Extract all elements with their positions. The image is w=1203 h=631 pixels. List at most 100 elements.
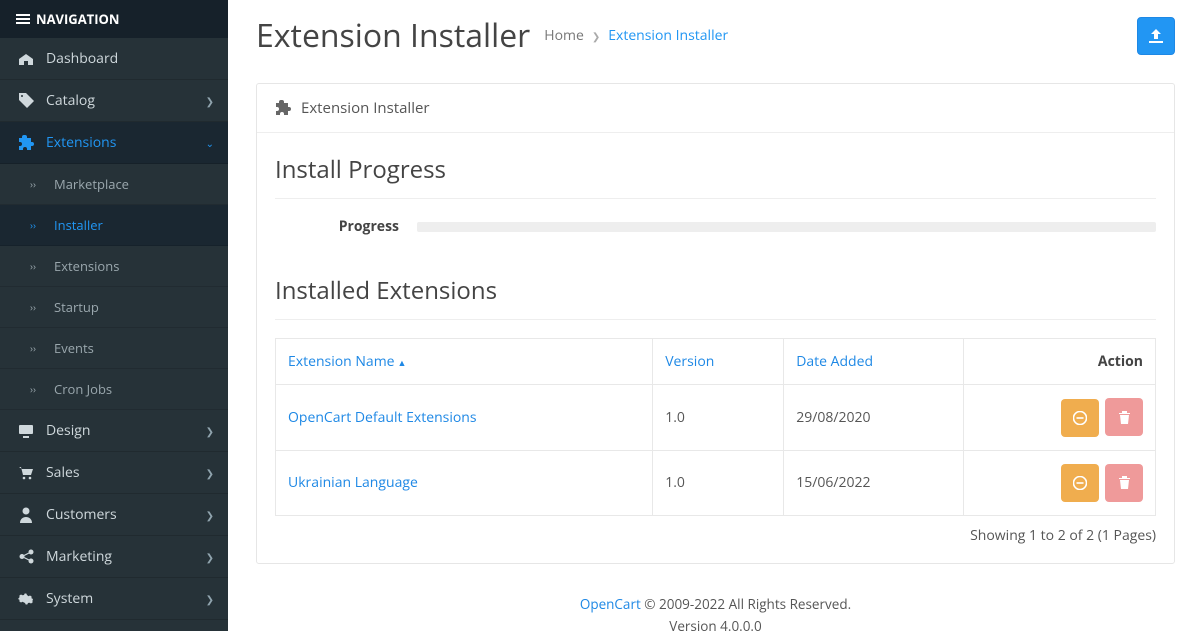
chevron-right-icon: ❯: [206, 508, 214, 522]
page-title: Extension Installer: [256, 14, 530, 57]
col-action: Action: [964, 339, 1156, 385]
sidebar: NAVIGATION Dashboard Catalog ❯ Extension…: [0, 0, 228, 631]
delete-button[interactable]: [1105, 464, 1143, 502]
upload-button[interactable]: [1137, 17, 1175, 55]
footer-copyright: © 2009-2022 All Rights Reserved.: [641, 595, 851, 613]
sidebar-title: NAVIGATION: [36, 10, 119, 28]
chevron-right-icon: ❯: [206, 466, 214, 480]
sidebar-item-extensions[interactable]: Extensions ⌄: [0, 122, 228, 164]
footer-brand-link[interactable]: OpenCart: [580, 595, 641, 613]
sub-chevron-icon: ››: [30, 382, 48, 396]
puzzle-icon: [275, 100, 291, 116]
trash-icon: [1118, 475, 1131, 490]
progress-row: Progress: [275, 217, 1156, 236]
chevron-right-icon: ❯: [206, 550, 214, 564]
sub-chevron-icon: ››: [30, 259, 48, 273]
desktop-icon: [16, 424, 36, 438]
breadcrumb-sep-icon: ❯: [592, 29, 600, 43]
panel: Extension Installer Install Progress Pro…: [256, 83, 1175, 564]
sidebar-subitem-label: Extensions: [54, 257, 119, 275]
puzzle-icon: [16, 135, 36, 151]
breadcrumb-current[interactable]: Extension Installer: [608, 26, 728, 45]
sidebar-subitem-installer[interactable]: ›› Installer: [0, 205, 228, 246]
table-row: Ukrainian Language 1.0 15/06/2022: [276, 450, 1156, 516]
sidebar-item-label: Customers: [46, 505, 117, 524]
extension-date: 15/06/2022: [784, 450, 964, 516]
page-header: Extension Installer Home ❯ Extension Ins…: [228, 0, 1203, 77]
sidebar-item-reports[interactable]: Reports ❯: [0, 620, 228, 631]
trash-icon: [1118, 410, 1131, 425]
share-icon: [16, 549, 36, 564]
chevron-down-icon: ⌄: [206, 136, 214, 150]
pagination-info: Showing 1 to 2 of 2 (1 Pages): [275, 526, 1156, 545]
minus-circle-icon: [1073, 476, 1087, 490]
sidebar-item-label: Dashboard: [46, 49, 118, 68]
cart-icon: [16, 466, 36, 480]
sidebar-item-label: Catalog: [46, 91, 95, 110]
sidebar-header: NAVIGATION: [0, 0, 228, 38]
sub-chevron-icon: ››: [30, 300, 48, 314]
sort-asc-icon: ▲: [398, 356, 407, 369]
content: Extension Installer Home ❯ Extension Ins…: [228, 0, 1203, 631]
sidebar-item-label: Sales: [46, 463, 80, 482]
gear-icon: [16, 591, 36, 607]
sidebar-item-label: Design: [46, 421, 90, 440]
delete-button[interactable]: [1105, 398, 1143, 436]
panel-heading: Extension Installer: [257, 84, 1174, 133]
sidebar-item-system[interactable]: System ❯: [0, 578, 228, 620]
extension-date: 29/08/2020: [784, 385, 964, 451]
breadcrumb-home[interactable]: Home: [544, 26, 584, 45]
col-version[interactable]: Version: [653, 339, 784, 385]
uninstall-button[interactable]: [1061, 399, 1099, 437]
minus-circle-icon: [1073, 411, 1087, 425]
sidebar-subitem-events[interactable]: ›› Events: [0, 328, 228, 369]
sidebar-item-label: Marketing: [46, 547, 112, 566]
breadcrumb: Home ❯ Extension Installer: [544, 26, 1137, 45]
sidebar-item-catalog[interactable]: Catalog ❯: [0, 80, 228, 122]
sidebar-subitem-extensions[interactable]: ›› Extensions: [0, 246, 228, 287]
hamburger-icon: [16, 14, 30, 24]
chevron-right-icon: ❯: [206, 94, 214, 108]
sub-chevron-icon: ››: [30, 177, 48, 191]
user-icon: [16, 507, 36, 523]
sidebar-item-customers[interactable]: Customers ❯: [0, 494, 228, 536]
sub-chevron-icon: ››: [30, 218, 48, 232]
extension-version: 1.0: [653, 450, 784, 516]
uninstall-button[interactable]: [1061, 464, 1099, 502]
extension-link[interactable]: Ukrainian Language: [288, 473, 418, 492]
footer: OpenCart © 2009-2022 All Rights Reserved…: [228, 594, 1203, 631]
sidebar-subitem-label: Installer: [54, 216, 103, 234]
table-header-row: Extension Name▲ Version Date Added Actio…: [276, 339, 1156, 385]
dashboard-icon: [16, 52, 36, 66]
panel-body: Install Progress Progress Installed Exte…: [257, 133, 1174, 563]
extension-version: 1.0: [653, 385, 784, 451]
table-row: OpenCart Default Extensions 1.0 29/08/20…: [276, 385, 1156, 451]
sidebar-item-label: Extensions: [46, 133, 116, 152]
sidebar-subitem-cronjobs[interactable]: ›› Cron Jobs: [0, 369, 228, 410]
col-extension-name[interactable]: Extension Name▲: [276, 339, 653, 385]
tag-icon: [16, 93, 36, 108]
installed-extensions-table: Extension Name▲ Version Date Added Actio…: [275, 338, 1156, 516]
install-progress-title: Install Progress: [275, 143, 1156, 199]
chevron-right-icon: ❯: [206, 592, 214, 606]
installed-title: Installed Extensions: [275, 264, 1156, 320]
sidebar-subitem-label: Startup: [54, 298, 99, 316]
chevron-right-icon: ❯: [206, 424, 214, 438]
sidebar-subitem-label: Cron Jobs: [54, 380, 112, 398]
sidebar-subitem-startup[interactable]: ›› Startup: [0, 287, 228, 328]
sidebar-item-design[interactable]: Design ❯: [0, 410, 228, 452]
sub-chevron-icon: ››: [30, 341, 48, 355]
sidebar-item-dashboard[interactable]: Dashboard: [0, 38, 228, 80]
sidebar-item-marketing[interactable]: Marketing ❯: [0, 536, 228, 578]
footer-version: Version 4.0.0.0: [228, 616, 1203, 631]
extension-link[interactable]: OpenCart Default Extensions: [288, 408, 477, 427]
sidebar-subitem-marketplace[interactable]: ›› Marketplace: [0, 164, 228, 205]
sidebar-item-sales[interactable]: Sales ❯: [0, 452, 228, 494]
upload-icon: [1148, 29, 1164, 43]
sidebar-item-label: System: [46, 589, 93, 608]
sidebar-subitem-label: Marketplace: [54, 175, 129, 193]
col-header-label: Extension Name: [288, 352, 395, 371]
col-date-added[interactable]: Date Added: [784, 339, 964, 385]
sidebar-subitem-label: Events: [54, 339, 94, 357]
progress-label: Progress: [275, 217, 417, 236]
